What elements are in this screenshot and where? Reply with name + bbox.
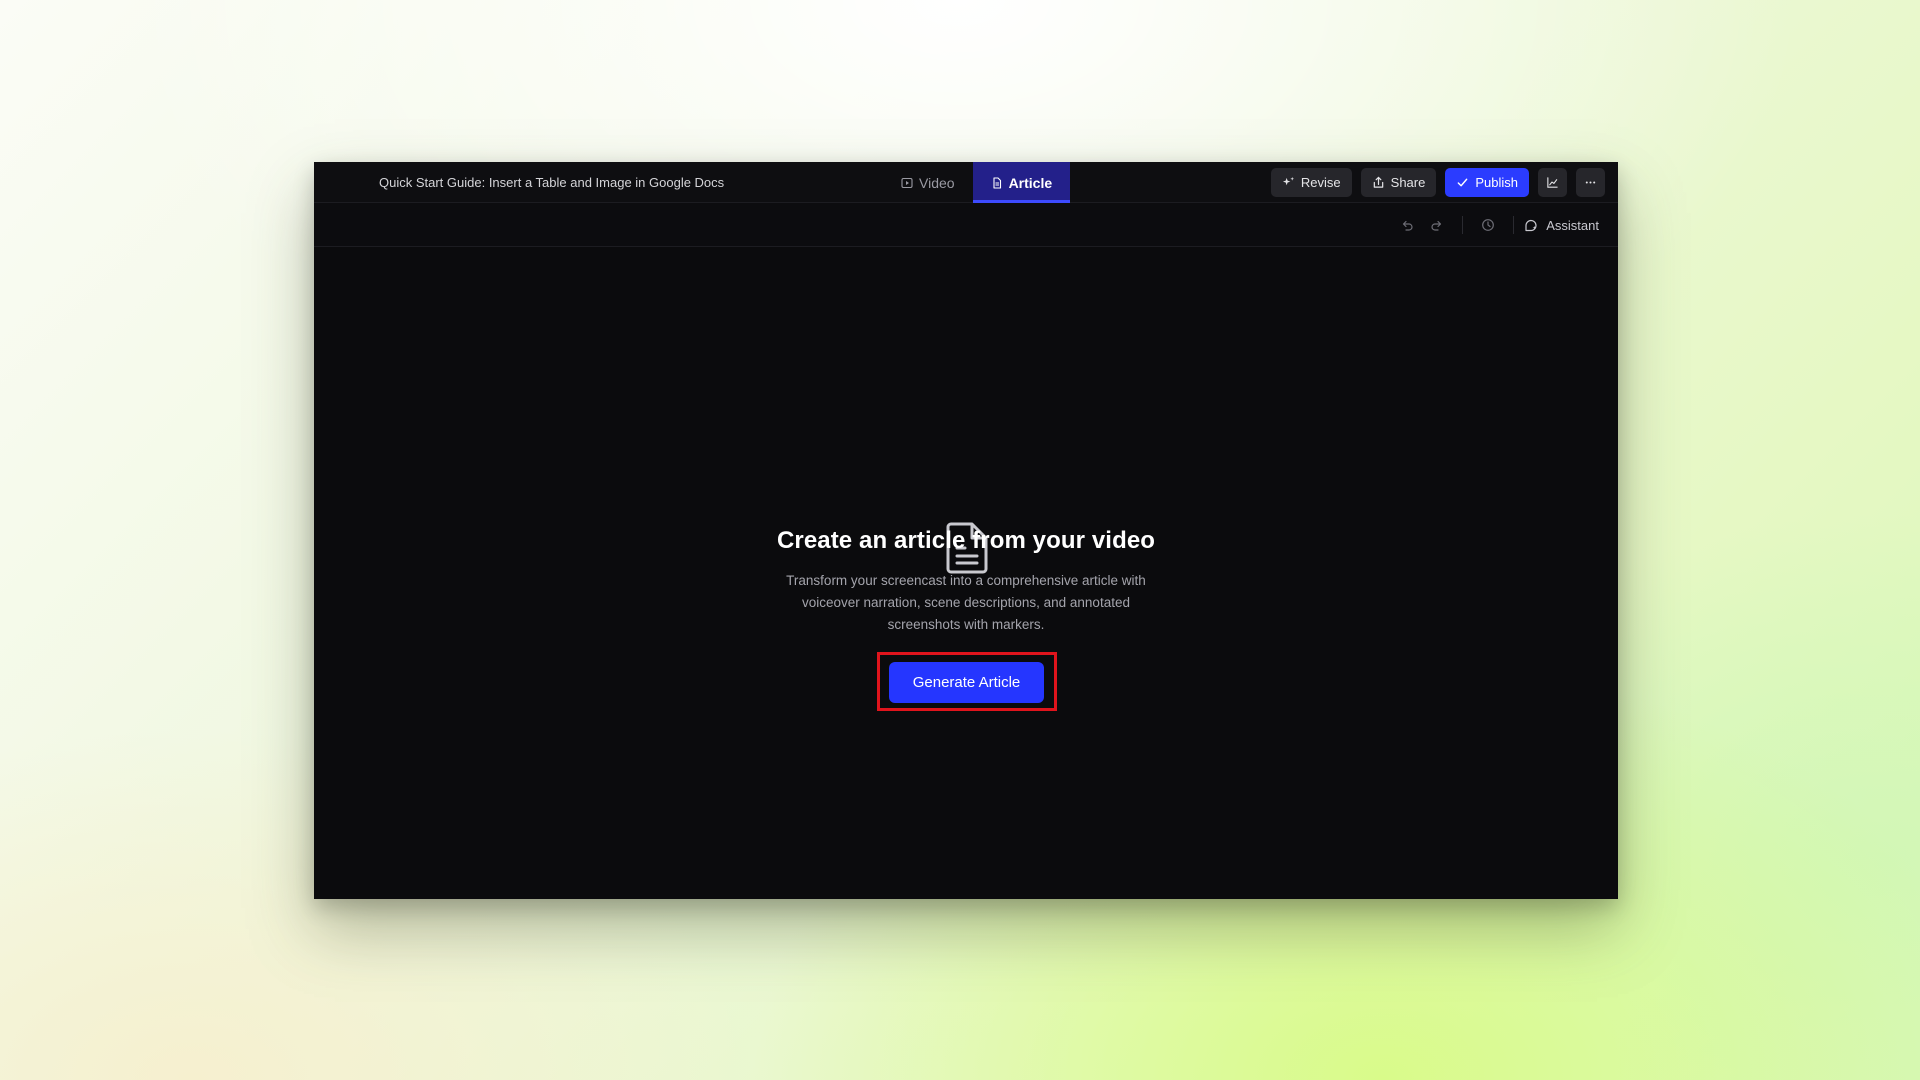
editor-toolbar: Assistant [314,203,1618,247]
sparkle-icon [1282,176,1294,185]
header-actions: Revise Share Publish [1270,167,1605,197]
share-icon [1373,176,1383,188]
redo-button[interactable] [1426,214,1448,236]
publish-button[interactable]: Publish [1445,167,1529,197]
top-bar: Quick Start Guide: Insert a Table and Im… [314,162,1618,203]
view-tabs: Video Article [883,162,1071,203]
editor-toolbar-group: Assistant [1392,203,1599,247]
assistant-label: Assistant [1546,217,1599,233]
article-empty-state: Create an article from your video Transf… [314,247,1618,899]
undo-button[interactable] [1396,214,1418,236]
publish-label: Publish [1475,174,1518,190]
tab-video[interactable]: Video [883,162,973,203]
revise-button[interactable]: Revise [1270,167,1352,197]
undo-icon [1403,220,1413,231]
document-title: Quick Start Guide: Insert a Table and Im… [379,175,725,190]
more-options-button[interactable] [1576,167,1605,197]
check-icon [1457,178,1468,186]
assistant-icon [1525,219,1537,231]
history-button[interactable] [1477,214,1499,236]
document-icon [993,176,1001,189]
tab-video-label: Video [919,174,955,191]
toolbar-divider [1462,216,1464,234]
empty-state-title: Create an article from your video [776,527,1156,554]
revise-label: Revise [1300,174,1341,190]
empty-state-description: Transform your screencast into a compreh… [786,573,1146,632]
chart-line-icon [1547,176,1558,188]
tab-article[interactable]: Article [972,162,1071,203]
history-icon [1482,219,1495,231]
toolbar-divider [1513,216,1515,234]
assistant-button[interactable]: Assistant [1524,218,1599,233]
more-horizontal-icon [1585,180,1596,184]
redo-icon [1431,220,1442,231]
share-button[interactable]: Share [1360,167,1437,197]
tab-article-label: Article [1008,174,1053,191]
generate-article-button[interactable]: Generate Article [889,662,1044,703]
analytics-button[interactable] [1538,167,1567,197]
play-icon [901,177,913,188]
share-label: Share [1390,174,1426,190]
app-window: Quick Start Guide: Insert a Table and Im… [314,162,1618,899]
